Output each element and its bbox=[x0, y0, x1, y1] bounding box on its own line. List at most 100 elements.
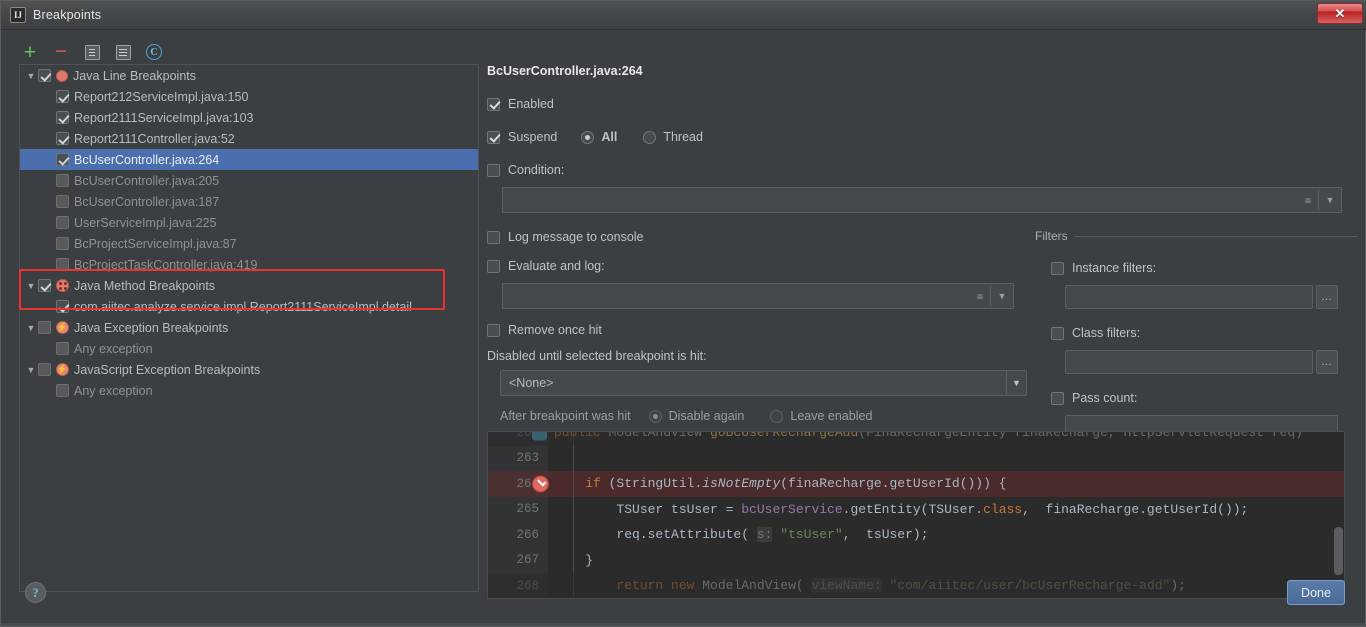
done-button[interactable]: Done bbox=[1287, 580, 1345, 605]
code-token: .getEntity(TSUser. bbox=[842, 501, 984, 517]
page-title: BcUserController.java:264 bbox=[487, 64, 643, 78]
group-by-class-button[interactable]: C bbox=[143, 41, 165, 63]
tree-item-row[interactable]: BcProjectTaskController.java:419 bbox=[20, 254, 478, 275]
expand-triangle-icon[interactable]: ▼ bbox=[24, 317, 38, 338]
tree-item-checkbox[interactable] bbox=[56, 111, 69, 124]
class-filters-input[interactable] bbox=[1065, 350, 1313, 374]
tree-item-checkbox[interactable] bbox=[56, 153, 69, 166]
tree-item-label: JavaScript Exception Breakpoints bbox=[74, 362, 261, 377]
tree-item-checkbox[interactable] bbox=[56, 237, 69, 250]
tree-item-checkbox[interactable] bbox=[38, 279, 51, 292]
tree-item-row[interactable]: BcProjectServiceImpl.java:87 bbox=[20, 233, 478, 254]
instance-filters-input[interactable] bbox=[1065, 285, 1313, 309]
pass-count-label: Pass count: bbox=[1072, 391, 1138, 405]
tree-item-checkbox[interactable] bbox=[38, 321, 51, 334]
dependency-combobox[interactable]: <None> ▼ bbox=[500, 370, 1027, 396]
enabled-row: Enabled bbox=[487, 94, 1357, 114]
leave-enabled-radio[interactable] bbox=[770, 409, 784, 423]
condition-dropdown-icon[interactable]: ▼ bbox=[1319, 188, 1341, 212]
pass-count-checkbox[interactable] bbox=[1051, 391, 1064, 405]
suspend-thread-radio[interactable] bbox=[643, 130, 657, 144]
add-breakpoint-button[interactable]: + bbox=[19, 41, 41, 63]
filters-divider bbox=[1074, 235, 1357, 237]
tree-group-row[interactable]: ▼ ⚡ JavaScript Exception Breakpoints bbox=[20, 359, 478, 380]
tree-item-row[interactable]: Report2111ServiceImpl.java:103 bbox=[20, 107, 478, 128]
code-scrollbar[interactable] bbox=[1334, 527, 1343, 575]
tree-item-row[interactable]: Any exception bbox=[20, 338, 478, 359]
gutter-marker-icon[interactable] bbox=[532, 432, 547, 441]
instance-filters-row: Instance filters: bbox=[1051, 258, 1357, 278]
tree-group-row[interactable]: ▼ Java Method Breakpoints bbox=[20, 275, 478, 296]
code-text: TSUser tsUser = bcUserService.getEntity(… bbox=[554, 502, 1248, 517]
class-filters-checkbox[interactable] bbox=[1051, 326, 1064, 340]
tree-item-checkbox[interactable] bbox=[56, 384, 69, 397]
tree-item-checkbox[interactable] bbox=[56, 195, 69, 208]
suspend-all-radio[interactable] bbox=[581, 130, 595, 144]
disable-again-radio[interactable] bbox=[648, 409, 662, 423]
tree-item-checkbox[interactable] bbox=[56, 132, 69, 145]
close-icon[interactable]: ✕ bbox=[1317, 3, 1363, 24]
exception-breakpoint-icon: ⚡ bbox=[56, 321, 69, 334]
tree-item-checkbox[interactable] bbox=[56, 342, 69, 355]
tree-item-checkbox[interactable] bbox=[38, 69, 51, 82]
tree-group-row[interactable]: ▼ ⚡ Java Exception Breakpoints bbox=[20, 317, 478, 338]
exception-breakpoint-icon: ⚡ bbox=[56, 363, 69, 376]
expand-triangle-icon[interactable]: ▼ bbox=[24, 275, 38, 296]
after-hit-label: After breakpoint was hit bbox=[500, 409, 631, 423]
leave-enabled-label: Leave enabled bbox=[790, 409, 873, 423]
tree-item-row[interactable]: com.aiitec.analyze.service.impl.Report21… bbox=[20, 296, 478, 317]
tree-item-label: Report2111ServiceImpl.java:103 bbox=[74, 110, 254, 125]
suspend-thread-label: Thread bbox=[663, 130, 703, 144]
document-icon bbox=[84, 44, 100, 60]
tree-item-checkbox[interactable] bbox=[56, 90, 69, 103]
suspend-checkbox[interactable] bbox=[487, 130, 500, 144]
instance-filters-checkbox[interactable] bbox=[1051, 261, 1064, 275]
remove-breakpoint-button[interactable]: − bbox=[50, 41, 72, 63]
log-message-checkbox[interactable] bbox=[487, 230, 500, 244]
breakpoints-tree[interactable]: ▼ Java Line Breakpoints Report212ServiceIm… bbox=[19, 64, 479, 592]
tree-group-row[interactable]: ▼ Java Line Breakpoints bbox=[20, 65, 478, 86]
tree-item-checkbox[interactable] bbox=[56, 300, 69, 313]
breakpoints-toolbar: + − C bbox=[19, 39, 165, 65]
tree-item-checkbox[interactable] bbox=[56, 174, 69, 187]
tree-item-row[interactable]: Report2111Controller.java:52 bbox=[20, 128, 478, 149]
evaluate-log-dropdown-icon[interactable]: ▼ bbox=[991, 284, 1013, 308]
instance-filters-label: Instance filters: bbox=[1072, 261, 1157, 275]
condition-checkbox[interactable] bbox=[487, 163, 500, 177]
tree-item-row[interactable]: BcUserController.java:187 bbox=[20, 191, 478, 212]
evaluate-log-label: Evaluate and log: bbox=[508, 259, 605, 273]
chevron-down-icon[interactable]: ▼ bbox=[1006, 371, 1026, 395]
mute-breakpoints-button[interactable] bbox=[81, 41, 103, 63]
help-icon[interactable]: ? bbox=[25, 582, 46, 603]
code-line: 265 TSUser tsUser = bcUserService.getEnt… bbox=[488, 496, 1344, 522]
window-title: Breakpoints bbox=[33, 8, 102, 22]
evaluate-log-expand-icon[interactable]: ⧈ bbox=[969, 284, 991, 308]
enabled-checkbox[interactable] bbox=[487, 97, 500, 111]
tree-item-row[interactable]: Any exception bbox=[20, 380, 478, 401]
tree-item-checkbox[interactable] bbox=[56, 216, 69, 229]
condition-expand-icon[interactable]: ⧈ bbox=[1297, 188, 1319, 212]
line-breakpoint-icon bbox=[56, 69, 68, 82]
condition-row: Condition: bbox=[487, 160, 1357, 180]
expand-triangle-icon[interactable]: ▼ bbox=[24, 65, 38, 86]
tree-item-row[interactable]: UserServiceImpl.java:225 bbox=[20, 212, 478, 233]
evaluate-log-input[interactable]: ⧈ ▼ bbox=[502, 283, 1014, 309]
breakpoint-verified-icon[interactable] bbox=[532, 475, 549, 493]
instance-filters-browse-button[interactable]: … bbox=[1316, 285, 1338, 309]
class-filters-browse-button[interactable]: … bbox=[1316, 350, 1338, 374]
remove-once-hit-checkbox[interactable] bbox=[487, 323, 500, 337]
tree-item-row[interactable]: BcUserController.java:264 bbox=[20, 149, 478, 170]
tree-item-row[interactable]: BcUserController.java:205 bbox=[20, 170, 478, 191]
tree-item-row[interactable]: Report212ServiceImpl.java:150 bbox=[20, 86, 478, 107]
view-source-button[interactable] bbox=[112, 41, 134, 63]
tree-item-checkbox[interactable] bbox=[56, 258, 69, 271]
expand-triangle-icon[interactable]: ▼ bbox=[24, 359, 38, 380]
instance-filters-field-row: … bbox=[1065, 285, 1357, 309]
evaluate-log-checkbox[interactable] bbox=[487, 259, 500, 273]
tree-item-checkbox[interactable] bbox=[38, 363, 51, 376]
condition-input[interactable]: ⧈ ▼ bbox=[502, 187, 1342, 213]
